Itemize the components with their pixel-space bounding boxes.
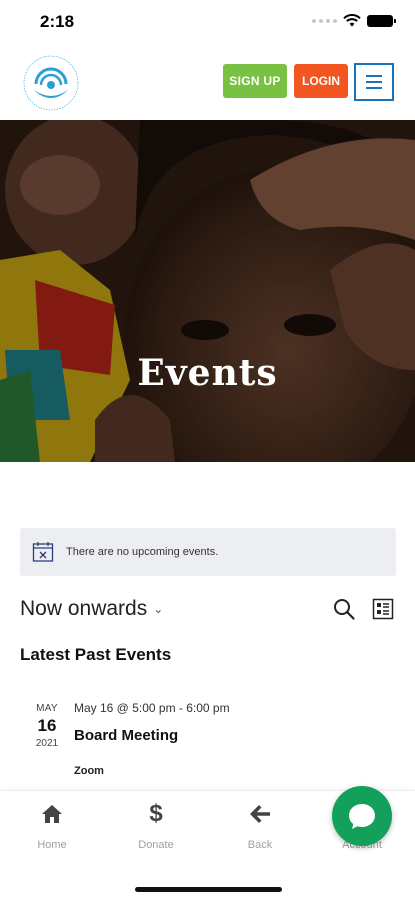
past-events-heading: Latest Past Events bbox=[20, 645, 172, 664]
nav-home[interactable]: Home bbox=[17, 801, 87, 851]
back-arrow-icon bbox=[225, 801, 295, 827]
list-view-icon[interactable] bbox=[372, 598, 394, 620]
status-time: 2:18 bbox=[40, 12, 75, 31]
event-day: 16 bbox=[37, 716, 57, 735]
chat-bubble-icon bbox=[349, 804, 375, 829]
date-range-label: Now onwards bbox=[20, 597, 148, 620]
login-button[interactable]: LOGIN bbox=[294, 64, 348, 98]
signup-button[interactable]: SIGN UP bbox=[223, 64, 287, 98]
nav-back[interactable]: Back bbox=[225, 801, 295, 851]
nav-donate[interactable]: $ Donate bbox=[121, 800, 191, 851]
no-events-notice: There are no upcoming events. bbox=[20, 528, 396, 576]
breeze-of-joy-logo[interactable] bbox=[22, 54, 80, 112]
event-year: 2021 bbox=[35, 738, 59, 749]
search-icon[interactable] bbox=[333, 598, 355, 620]
date-range-selector[interactable]: Now onwards ⌄ bbox=[20, 597, 163, 621]
calendar-x-icon bbox=[32, 542, 54, 562]
hero-image bbox=[0, 120, 415, 462]
nav-donate-label: Donate bbox=[138, 839, 174, 851]
battery-icon bbox=[367, 14, 396, 27]
home-indicator bbox=[135, 887, 282, 892]
status-icons bbox=[312, 14, 396, 27]
event-month: MAY bbox=[36, 703, 58, 714]
chat-button[interactable] bbox=[332, 786, 392, 846]
page-title: Events bbox=[137, 352, 278, 394]
event-title-link[interactable]: Board Meeting bbox=[74, 727, 178, 744]
signal-icon bbox=[312, 18, 337, 23]
events-filter-bar: Now onwards ⌄ bbox=[20, 595, 395, 625]
dollar-icon: $ bbox=[149, 800, 163, 827]
nav-home-label: Home bbox=[37, 839, 67, 851]
home-icon bbox=[17, 801, 87, 827]
status-bar: 2:18 bbox=[0, 0, 415, 44]
chevron-down-icon: ⌄ bbox=[153, 602, 164, 616]
notice-text: There are no upcoming events. bbox=[66, 546, 219, 558]
event-venue: Zoom bbox=[74, 765, 104, 777]
event-date-badge: MAY 16 2021 bbox=[30, 703, 64, 749]
wifi-icon bbox=[343, 14, 361, 27]
app-header: SIGN UP LOGIN bbox=[0, 50, 415, 120]
hamburger-menu-icon[interactable] bbox=[354, 63, 394, 101]
nav-back-label: Back bbox=[247, 839, 273, 851]
hero-banner: Events bbox=[0, 120, 415, 462]
event-time: May 16 @ 5:00 pm - 6:00 pm bbox=[74, 701, 230, 715]
